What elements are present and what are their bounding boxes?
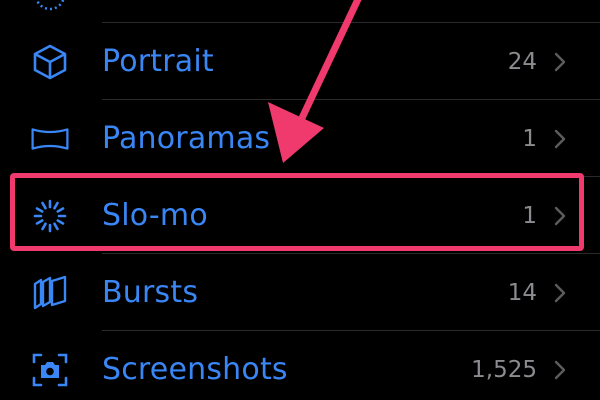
row-label: Bursts (102, 274, 199, 310)
slo-mo-icon (30, 196, 70, 236)
screenshot-icon (30, 350, 70, 390)
chevron-right-icon (554, 52, 566, 71)
row-label: Panoramas (102, 120, 271, 156)
panorama-icon (30, 119, 70, 159)
bursts-icon (30, 273, 70, 313)
chevron-right-icon (554, 129, 566, 148)
chevron-right-icon (554, 283, 566, 302)
row-count: 14 (507, 279, 537, 306)
row-count: 1 (522, 202, 537, 229)
row-count: 24 (507, 48, 537, 75)
row-label: Screenshots (102, 351, 288, 387)
row-count: 1 (522, 125, 537, 152)
list-row-slo-mo[interactable]: Slo-mo 1 (0, 177, 600, 254)
row-count: 1,525 (471, 356, 537, 383)
list-row-bursts[interactable]: Bursts 14 (0, 254, 600, 331)
cube-icon (30, 42, 70, 82)
list-row-portrait[interactable]: Portrait 24 (0, 23, 600, 100)
row-label: Portrait (102, 43, 214, 79)
row-label: Slo-mo (102, 197, 208, 233)
list-row-panoramas[interactable]: Panoramas 1 (0, 100, 600, 177)
circle-icon (35, 0, 65, 11)
chevron-right-icon (554, 206, 566, 225)
media-types-list: Portrait 24 Panoramas 1 Slo-mo 1 Bursts … (0, 0, 600, 400)
list-row-partial[interactable] (0, 0, 600, 23)
chevron-right-icon (554, 360, 566, 379)
list-row-screenshots[interactable]: Screenshots 1,525 (0, 331, 600, 400)
